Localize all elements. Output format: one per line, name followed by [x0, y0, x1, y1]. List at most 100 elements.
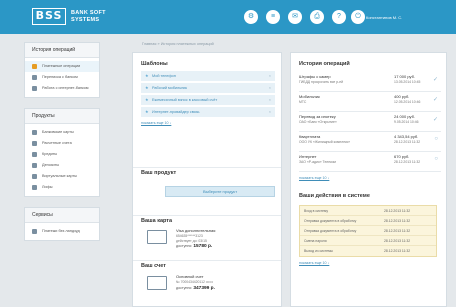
top-header: BSS BANK SOFT SYSTEMS ⚙ ≡ ✉ ⎙ ? ⏻ Конста… [0, 0, 456, 34]
refresh-icon [32, 86, 37, 91]
sidebar-item-label: Работа с интернет-банком [42, 86, 89, 90]
sidebar-item-virtual-cards[interactable]: Виртуальные карты [25, 171, 99, 182]
history-row[interactable]: Перевод за ипотеку ОАО «Банк «Открытие» 24… [299, 112, 441, 132]
account-name: Основной счет [176, 274, 204, 279]
credit-icon [32, 152, 37, 157]
history-row[interactable]: Мобильник МТС 400 руб. 12.05.2014 10:46 ✓ [299, 92, 441, 112]
account-item[interactable]: Основной счет № 7000434420112 •••••• дос… [147, 274, 277, 298]
sidebar-item-label: Платежи без ландзуд [42, 229, 80, 233]
close-icon[interactable]: × [269, 107, 271, 117]
user-name[interactable]: Константинов М. С. [366, 15, 402, 20]
card-name: Visa дополнительная [176, 228, 216, 233]
card-title: Ваша карта [141, 218, 173, 224]
template-item[interactable]: ★ Интернет-провайдер связь × [141, 107, 275, 117]
actions-block: Ваши действия в системе Вход в систему 28… [291, 187, 446, 307]
app-window: BSS BANK SOFT SYSTEMS ⚙ ≡ ✉ ⎙ ? ⏻ Конста… [0, 0, 456, 307]
mail-icon [32, 75, 37, 80]
sidebar-item-credits[interactable]: Кредиты [25, 149, 99, 160]
actions-show-more[interactable]: показать еще 10 ↓ [299, 261, 329, 265]
sidebar-item-payments[interactable]: Платежи без ландзуд [25, 226, 99, 237]
gear-icon[interactable]: ⚙ [244, 10, 258, 24]
account-number: № 7000434420112 •••••• [176, 280, 213, 284]
card-item[interactable]: Visa дополнительная 654635******3123 дей… [147, 228, 277, 252]
sidebar-item-accounts[interactable]: Расчетные счета [25, 138, 99, 149]
status-pending-icon: ○ [434, 156, 438, 162]
list-icon[interactable]: ≡ [266, 10, 280, 24]
sidebar-item-bank-cards[interactable]: Банковские карты [25, 127, 99, 138]
status-pending-icon: ○ [434, 136, 438, 142]
actions-table: Вход в систему 28.12.2013 11:32 Отправка … [299, 205, 437, 257]
history-row[interactable]: Квартплата ООО УК «Жилищный комплекс» 4 34… [299, 132, 441, 152]
sidebar-item-label: Лифы [42, 185, 53, 189]
star-icon: ★ [145, 109, 149, 114]
star-icon: ★ [145, 97, 149, 102]
sidebar-services-title: Сервисы [25, 208, 99, 223]
sidebar-products-title: Продукты [25, 109, 99, 124]
choose-product-button[interactable]: Выберите продукт [165, 186, 275, 197]
sidebar-item-label: Платежные операции [42, 64, 81, 68]
sidebar-item-label: Банковские карты [42, 130, 74, 134]
template-item[interactable]: ★ Мой телефон × [141, 71, 275, 81]
bss-logo[interactable]: BSS [32, 8, 66, 25]
sidebar-history-title: История операций [25, 43, 99, 58]
history-row[interactable]: Штрафы с камер ГИБДД просрочить все р-ей 1… [299, 72, 441, 92]
action-row: Вход в систему 28.12.2013 11:32 [300, 206, 436, 216]
main-content: Главная » История платежных операций Шаб… [132, 42, 447, 307]
action-row: Отправка документа в обработку 28.12.2013… [300, 216, 436, 226]
close-icon[interactable]: × [269, 95, 271, 105]
card-valid: действует до: 03/15 [176, 239, 207, 243]
status-check-icon: ✓ [432, 97, 438, 103]
account-balance: доступно: 347399 р. [176, 286, 215, 291]
breadcrumb-current: История платежных операций [160, 42, 214, 46]
card-number: 654635******3123 [176, 234, 203, 238]
sidebar-item-label: Депозиты [42, 163, 60, 167]
sidebar-item-label: Кредиты [42, 152, 58, 156]
action-row: Смена пароля 28.12.2013 11:32 [300, 236, 436, 246]
template-label: Рабочий мобильник [152, 86, 188, 90]
sidebar-item-internet-bank[interactable]: Работа с интернет-банком [25, 83, 99, 94]
sidebar-item-label: Переписка с банком [42, 75, 78, 79]
templates-show-more[interactable]: показать еще 10 ↓ [141, 121, 275, 125]
sidebar-item-payment-operations[interactable]: Платежные операции [25, 61, 99, 72]
action-row: Выход из системы 28.12.2013 11:32 [304, 249, 411, 253]
brand-name: BANK SOFT SYSTEMS [71, 10, 106, 23]
sidebar-item-bank-correspondence[interactable]: Переписка с банком [25, 72, 99, 83]
close-icon[interactable]: × [269, 71, 271, 81]
history-title: История операций [299, 61, 350, 67]
template-label: Ежемесячный взнос в кассовый счёт [152, 98, 218, 102]
power-icon[interactable]: ⏻ [351, 10, 365, 24]
templates-list: ★ Мой телефон × ★ Рабочий мобильник × ★ Ежеме… [141, 71, 275, 117]
coins-icon [32, 64, 37, 69]
account-title: Ваш счет [141, 263, 166, 269]
close-icon[interactable]: × [269, 83, 271, 93]
sidebar-services-block: Сервисы Платежи без ландзуд [24, 207, 100, 241]
document-icon [32, 185, 37, 190]
mail-icon[interactable]: ✉ [288, 10, 302, 24]
history-row[interactable]: Интернет ЗАО «Р-адио» Телеком 670 руб. 28.1… [299, 152, 441, 172]
left-panel: Шаблоны ★ Мой телефон × ★ Рабочий мобильник… [132, 52, 282, 307]
card-icon [32, 130, 37, 135]
sidebar-history-block: История операций Платежные операции Пере… [24, 42, 100, 98]
template-label: Интернет-провайдер связь [152, 110, 200, 114]
status-check-icon: ✓ [432, 77, 438, 83]
help-icon[interactable]: ? [332, 10, 346, 24]
breadcrumb: Главная » История платежных операций [142, 42, 214, 46]
actions-title: Ваши действия в системе [299, 193, 370, 199]
template-label: Мой телефон [152, 74, 176, 78]
breadcrumb-home[interactable]: Главная [142, 42, 156, 46]
history-list: Штрафы с камер ГИБДД просрочить все р-ей 1… [299, 72, 441, 172]
sidebar-item-lifts[interactable]: Лифы [25, 182, 99, 193]
template-item[interactable]: ★ Рабочий мобильник × [141, 83, 275, 93]
star-icon: ★ [145, 85, 149, 90]
sidebar-item-label: Виртуальные карты [42, 174, 77, 178]
breadcrumb-separator: » [157, 42, 160, 46]
history-show-more[interactable]: показать еще 10 ↓ [299, 176, 329, 180]
template-item[interactable]: ★ Ежемесячный взнос в кассовый счёт × [141, 95, 275, 105]
sidebar: История операций Платежные операции Пере… [24, 42, 100, 307]
printer-icon[interactable]: ⎙ [310, 10, 324, 24]
sidebar-products-block: Продукты Банковские карты Расчетные счет… [24, 108, 100, 197]
virtual-card-icon [32, 174, 37, 179]
right-panel: История операций Штрафы с камер ГИБДД про… [290, 52, 447, 307]
your-product-title: Ваш продукт [141, 170, 177, 176]
sidebar-item-deposits[interactable]: Депозиты [25, 160, 99, 171]
